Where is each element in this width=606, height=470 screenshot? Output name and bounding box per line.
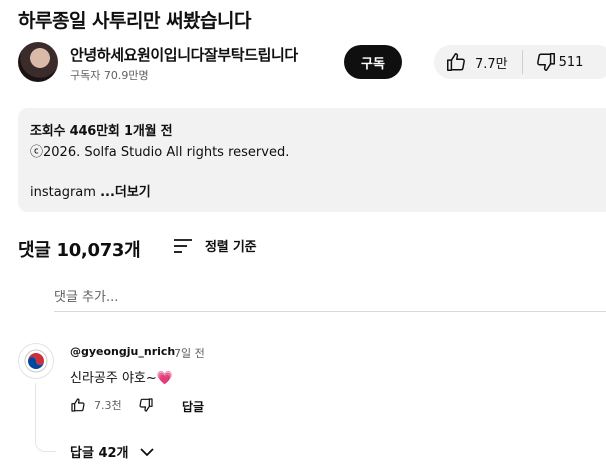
more-button[interactable]: ...더보기 xyxy=(100,185,151,200)
comment-dislike-button[interactable] xyxy=(138,397,154,417)
like-count: 7.7만 xyxy=(475,56,508,72)
comment-reply-button[interactable]: 답글 xyxy=(182,398,204,415)
add-comment-input[interactable] xyxy=(54,284,606,312)
description-box[interactable]: 조회수 446만회 1개월 전 ⓒ2026. Solfa Studio All … xyxy=(18,108,606,212)
copyright-text: ⓒ2026. Solfa Studio All rights reserved. xyxy=(30,145,290,160)
thread-line xyxy=(35,383,56,452)
channel-avatar[interactable] xyxy=(18,42,58,82)
like-dislike-group: 7.7만 511 xyxy=(434,45,606,79)
like-button[interactable]: 7.7만 xyxy=(434,45,522,79)
comments-count: 댓글 10,073개 xyxy=(18,240,141,261)
subscriber-count: 구독자 70.9만명 xyxy=(70,69,149,82)
video-title: 하루종일 사투리만 써봤습니다 xyxy=(18,10,251,32)
thumbs-up-icon xyxy=(447,53,465,71)
chevron-down-icon xyxy=(139,447,154,456)
subscribe-button[interactable]: 구독 xyxy=(344,45,402,79)
view-replies-button[interactable]: 답글 42개 xyxy=(70,442,155,461)
comment-like-button[interactable]: 7.3천 xyxy=(70,397,122,413)
emblem-icon xyxy=(20,345,52,377)
comment-time[interactable]: 7일 전 xyxy=(174,345,205,361)
sort-icon xyxy=(174,238,192,253)
comment-author[interactable]: @gyeongju_nrich xyxy=(70,345,175,358)
sort-label: 정렬 기준 xyxy=(205,240,257,255)
channel-name[interactable]: 안녕하세요원이입니다잘부탁드립니다 xyxy=(70,44,298,65)
thumbs-down-icon xyxy=(139,398,153,412)
thumbs-down-icon xyxy=(536,53,555,71)
instagram-text: instagram xyxy=(30,185,96,200)
views-and-date: 조회수 446만회 1개월 전 xyxy=(30,124,173,139)
dislike-count: 511 xyxy=(558,54,584,70)
replies-label: 답글 42개 xyxy=(70,446,129,461)
comment-text: 신라공주 야호~💗 xyxy=(70,371,173,386)
sort-button[interactable]: 정렬 기준 xyxy=(173,236,257,255)
comment-like-count: 7.3천 xyxy=(94,399,122,412)
dislike-button[interactable]: 511 xyxy=(523,45,584,79)
description-preview: instagram ...더보기 xyxy=(30,181,151,200)
thumbs-up-icon xyxy=(71,398,85,412)
commenter-avatar[interactable] xyxy=(18,343,54,379)
